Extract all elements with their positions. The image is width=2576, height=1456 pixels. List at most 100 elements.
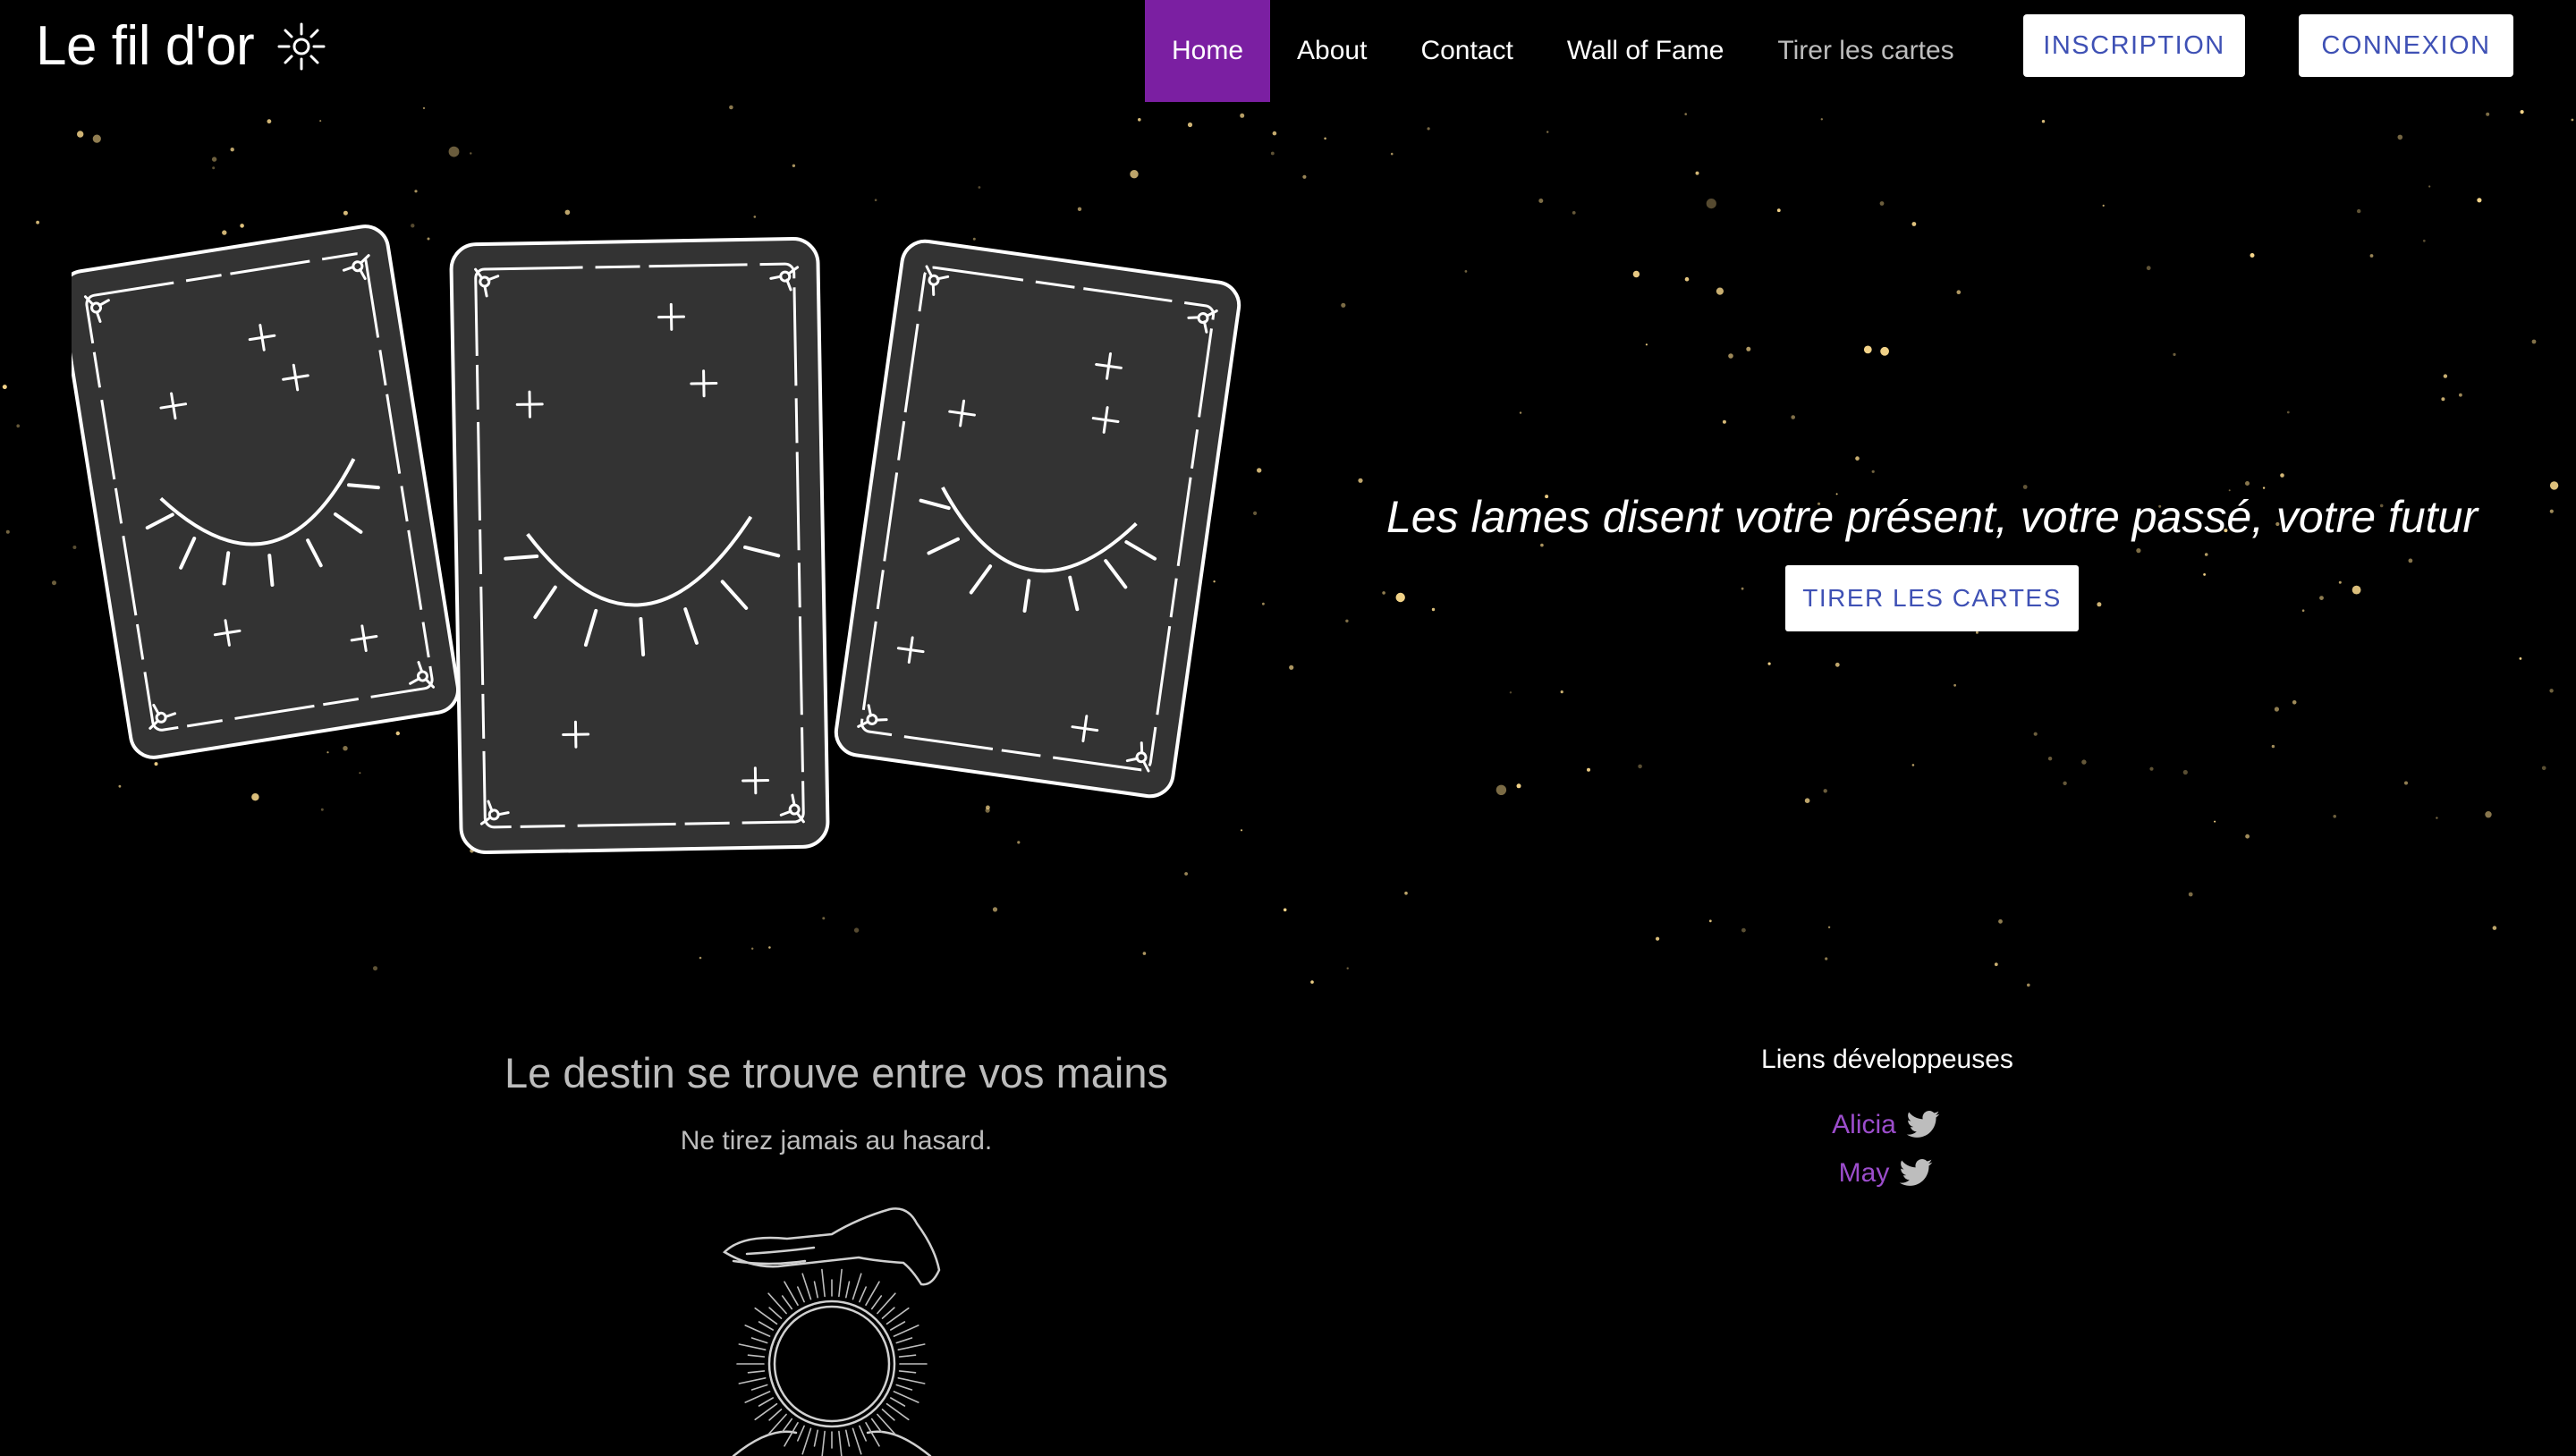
- star: [1346, 967, 1349, 969]
- star: [1708, 919, 1712, 923]
- star: [2280, 473, 2284, 478]
- star: [2245, 834, 2250, 839]
- star: [1262, 602, 1265, 605]
- star: [2214, 820, 2216, 823]
- star: [2549, 481, 2559, 490]
- star: [2571, 118, 2574, 122]
- star: [1310, 980, 1314, 984]
- star: [92, 134, 101, 143]
- star: [1358, 478, 1363, 483]
- dev-link-may[interactable]: May: [1655, 1155, 2120, 1191]
- star: [1835, 662, 1840, 667]
- star: [1496, 784, 1507, 795]
- star: [768, 946, 771, 949]
- star: [1863, 345, 1872, 354]
- star: [1324, 137, 1326, 140]
- star: [1345, 619, 1349, 622]
- star: [1645, 343, 1648, 346]
- tarot-cards-illustration: [72, 224, 1241, 855]
- star: [1722, 419, 1726, 424]
- star: [1560, 690, 1563, 694]
- star: [2369, 254, 2374, 258]
- star: [422, 106, 426, 110]
- tarot-card-left: [72, 224, 460, 759]
- top-navbar: Le fil d'or Home About Contact Wall of F…: [0, 0, 2576, 102]
- star: [1746, 346, 1751, 351]
- star: [2027, 983, 2030, 987]
- star: [1820, 118, 1824, 121]
- destiny-section: Le destin se trouve entre vos mains Ne t…: [358, 1042, 1315, 1156]
- star: [5, 529, 10, 534]
- dev-link-label: Alicia: [1832, 1110, 1896, 1139]
- star: [1825, 957, 1828, 961]
- nav-contact[interactable]: Contact: [1394, 0, 1539, 102]
- star: [1695, 171, 1699, 175]
- tirer-les-cartes-button[interactable]: TIRER LES CARTES: [1785, 565, 2079, 631]
- star: [2357, 208, 2361, 214]
- star: [853, 927, 860, 933]
- sun-sparkle-icon: [277, 22, 326, 71]
- star: [2397, 134, 2403, 140]
- star: [1911, 764, 1915, 766]
- star: [2149, 766, 2154, 771]
- star: [2443, 374, 2448, 378]
- star: [16, 424, 21, 428]
- star: [2033, 732, 2038, 736]
- star: [1956, 290, 1962, 295]
- star: [211, 157, 217, 162]
- twitter-icon: [1900, 1159, 1933, 1186]
- tarot-card-right: [834, 239, 1241, 799]
- star: [1283, 908, 1287, 912]
- star: [2182, 769, 2188, 775]
- star: [2519, 657, 2522, 660]
- star: [1953, 683, 1957, 687]
- star: [2459, 393, 2462, 397]
- star: [2531, 339, 2537, 344]
- nav-home[interactable]: Home: [1145, 0, 1271, 102]
- brand[interactable]: Le fil d'or: [36, 13, 326, 80]
- dev-links-section: Liens développeuses Alicia May: [1655, 1045, 2120, 1191]
- star: [2250, 253, 2255, 258]
- star: [1257, 468, 1262, 473]
- inscription-button[interactable]: INSCRIPTION: [2023, 14, 2245, 77]
- star: [2, 385, 7, 390]
- star: [1994, 962, 1998, 967]
- star: [1427, 127, 1430, 131]
- star: [2477, 198, 2482, 203]
- star: [978, 186, 981, 189]
- star: [753, 216, 757, 218]
- star: [2041, 120, 2046, 123]
- star: [1855, 456, 1860, 461]
- star: [1404, 891, 1408, 895]
- star: [319, 120, 322, 123]
- star: [1289, 665, 1294, 670]
- star: [2081, 759, 2087, 765]
- star: [2188, 892, 2193, 897]
- star: [2549, 689, 2554, 693]
- star: [1138, 118, 1141, 122]
- star: [792, 164, 796, 167]
- star: [52, 580, 56, 586]
- star: [1776, 208, 1781, 213]
- star: [2063, 781, 2067, 785]
- star: [1827, 926, 1831, 929]
- star: [992, 907, 998, 912]
- connexion-button[interactable]: CONNEXION: [2299, 14, 2513, 77]
- star: [1509, 691, 1513, 694]
- dev-link-alicia[interactable]: Alicia: [1655, 1107, 2120, 1143]
- star: [2541, 766, 2546, 771]
- star: [1791, 415, 1795, 419]
- star: [1302, 174, 1307, 179]
- star: [1632, 270, 1640, 278]
- star: [2271, 744, 2275, 749]
- nav-wall-of-fame[interactable]: Wall of Fame: [1540, 0, 1751, 102]
- star: [1253, 511, 1258, 516]
- star: [2549, 509, 2554, 513]
- star: [1716, 287, 1724, 295]
- star: [448, 146, 460, 157]
- nav-tirer-les-cartes[interactable]: Tirer les cartes: [1750, 0, 1980, 102]
- star: [1804, 798, 1810, 803]
- star: [751, 947, 754, 950]
- nav-about[interactable]: About: [1270, 0, 1394, 102]
- star: [212, 166, 216, 170]
